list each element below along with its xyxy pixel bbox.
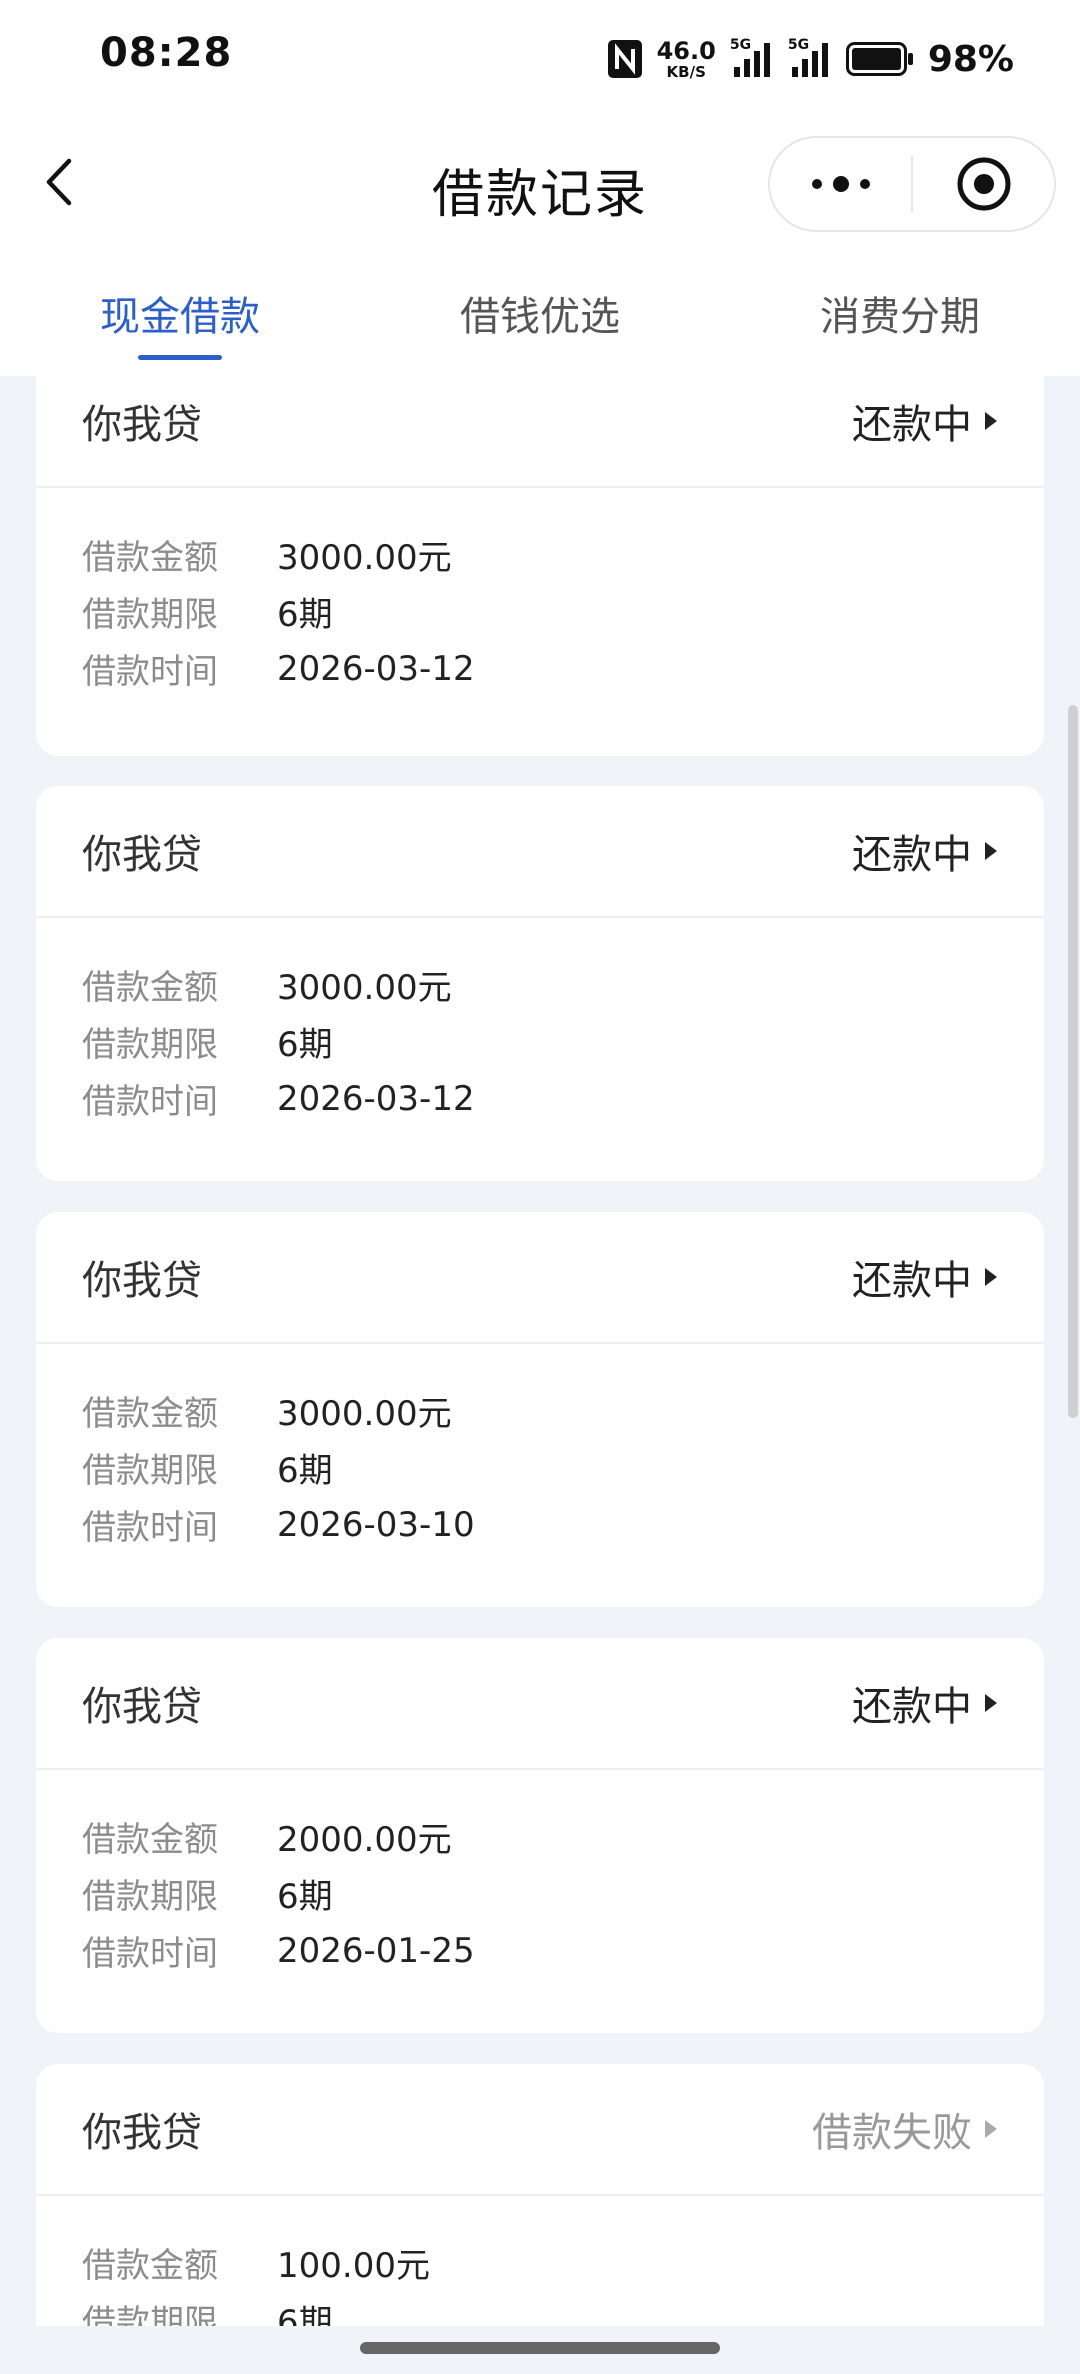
signal-2: 5G bbox=[788, 37, 832, 79]
more-dots-icon bbox=[811, 176, 870, 192]
loan-card[interactable]: 你我贷 借款失败 借款金额 100.00元 借款期限 6期 借款时间 bbox=[36, 2064, 1044, 2326]
detail-row-term: 借款期限 6期 bbox=[82, 595, 333, 635]
scrollbar[interactable] bbox=[1068, 705, 1078, 1418]
loan-card[interactable]: 你我贷 还款中 借款金额 3000.00元 借款期限 6期 借款时间 2026-… bbox=[36, 376, 1044, 756]
more-button[interactable] bbox=[770, 138, 911, 230]
detail-row-term: 借款期限 6期 bbox=[82, 2303, 333, 2326]
caret-right-icon bbox=[985, 842, 997, 860]
lender-name: 你我贷 bbox=[82, 1258, 202, 1304]
battery-icon bbox=[845, 42, 913, 76]
battery-percent: 98% bbox=[927, 38, 1014, 80]
caret-right-icon bbox=[985, 412, 997, 430]
loan-card-header: 你我贷 借款失败 bbox=[36, 2064, 1044, 2196]
loan-card[interactable]: 你我贷 还款中 借款金额 3000.00元 借款期限 6期 借款时间 2026-… bbox=[36, 786, 1044, 1181]
tab-cash-loan[interactable]: 现金借款 bbox=[0, 258, 360, 376]
loan-details: 借款金额 3000.00元 借款期限 6期 借款时间 2026-03-12 bbox=[36, 918, 1044, 1127]
caret-right-icon bbox=[985, 2120, 997, 2138]
loan-card[interactable]: 你我贷 还款中 借款金额 3000.00元 借款期限 6期 借款时间 2026-… bbox=[36, 1212, 1044, 1607]
caret-right-icon bbox=[985, 1694, 997, 1712]
loan-card-header: 你我贷 还款中 bbox=[36, 376, 1044, 488]
loan-card[interactable]: 你我贷 还款中 借款金额 2000.00元 借款期限 6期 借款时间 2026-… bbox=[36, 1638, 1044, 2033]
target-icon bbox=[957, 157, 1010, 211]
status-icons: 46.0 KB/S 5G 5G 98% bbox=[607, 34, 1014, 84]
loan-status-link[interactable]: 还款中 bbox=[852, 822, 998, 880]
detail-row-term: 借款期限 6期 bbox=[82, 1877, 333, 1917]
loan-status-link[interactable]: 借款失败 bbox=[812, 2100, 998, 2158]
tab-bar: 现金借款 借钱优选 消费分期 bbox=[0, 258, 1080, 376]
loan-details: 借款金额 3000.00元 借款期限 6期 借款时间 2026-03-10 bbox=[36, 1344, 1044, 1553]
loan-list[interactable]: 你我贷 还款中 借款金额 3000.00元 借款期限 6期 借款时间 2026-… bbox=[0, 376, 1080, 2326]
loan-card-header: 你我贷 还款中 bbox=[36, 1212, 1044, 1344]
detail-row-date: 借款时间 2026-03-10 bbox=[82, 1504, 475, 1549]
caret-right-icon bbox=[985, 1268, 997, 1286]
loan-details: 借款金额 100.00元 借款期限 6期 借款时间 bbox=[36, 2196, 1044, 2326]
status-bar: 08:28 46.0 KB/S 5G 5G 98% bbox=[0, 0, 1080, 118]
network-speed: 46.0 KB/S bbox=[656, 36, 716, 81]
loan-card-header: 你我贷 还款中 bbox=[36, 1638, 1044, 1770]
detail-row-date: 借款时间 2026-03-12 bbox=[82, 1078, 475, 1123]
signal-1: 5G bbox=[730, 37, 774, 79]
tab-active-indicator bbox=[138, 355, 222, 360]
nav-bar: 借款记录 bbox=[0, 118, 1080, 258]
tab-installments[interactable]: 消费分期 bbox=[720, 258, 1080, 376]
detail-row-term: 借款期限 6期 bbox=[82, 1025, 333, 1065]
loan-status-link[interactable]: 还款中 bbox=[852, 1248, 998, 1306]
loan-details: 借款金额 2000.00元 借款期限 6期 借款时间 2026-01-25 bbox=[36, 1770, 1044, 1979]
close-button[interactable] bbox=[913, 138, 1054, 230]
loan-status-link[interactable]: 还款中 bbox=[852, 1674, 998, 1732]
detail-row-amount: 借款金额 2000.00元 bbox=[82, 1820, 452, 1860]
lender-name: 你我贷 bbox=[82, 832, 202, 878]
detail-row-date: 借款时间 2026-03-12 bbox=[82, 648, 475, 693]
detail-row-amount: 借款金额 100.00元 bbox=[82, 2246, 430, 2286]
mini-program-capsule bbox=[768, 136, 1056, 232]
tab-loan-picks[interactable]: 借钱优选 bbox=[360, 258, 720, 376]
detail-row-amount: 借款金额 3000.00元 bbox=[82, 968, 452, 1008]
loan-details: 借款金额 3000.00元 借款期限 6期 借款时间 2026-03-12 bbox=[36, 488, 1044, 697]
lender-name: 你我贷 bbox=[82, 2110, 202, 2156]
loan-status-link[interactable]: 还款中 bbox=[852, 392, 998, 450]
detail-row-amount: 借款金额 3000.00元 bbox=[82, 538, 452, 578]
gesture-bar bbox=[0, 2326, 1080, 2374]
detail-row-date: 借款时间 2026-01-25 bbox=[82, 1930, 475, 1975]
detail-row-amount: 借款金额 3000.00元 bbox=[82, 1394, 452, 1434]
home-indicator[interactable] bbox=[360, 2342, 720, 2354]
detail-row-term: 借款期限 6期 bbox=[82, 1451, 333, 1491]
nfc-icon bbox=[607, 40, 642, 78]
loan-card-header: 你我贷 还款中 bbox=[36, 786, 1044, 918]
lender-name: 你我贷 bbox=[82, 1684, 202, 1730]
status-time: 08:28 bbox=[100, 30, 233, 76]
lender-name: 你我贷 bbox=[82, 402, 202, 448]
